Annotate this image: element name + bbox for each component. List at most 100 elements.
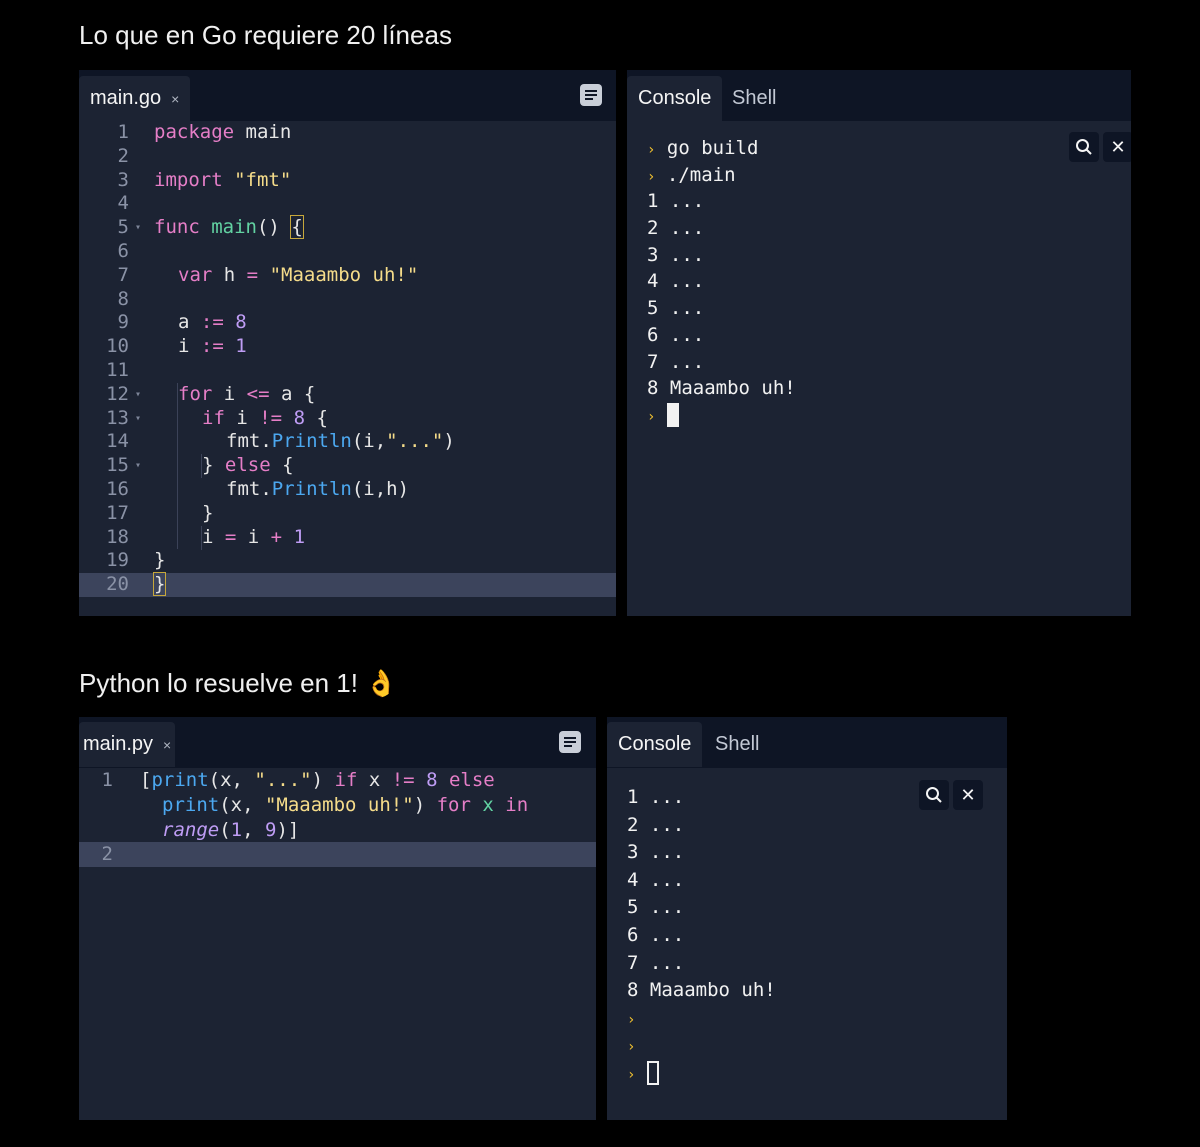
console-line: 5 ... (627, 896, 685, 919)
code-line: 1 package main (79, 121, 616, 145)
console-tools: ✕ (919, 780, 983, 810)
line-number: 1 (117, 121, 129, 143)
tab-shell[interactable]: Shell (704, 722, 770, 767)
code-line: 12 ▾ for i <= a { (79, 383, 616, 407)
code-line: 1 [print(x, "...") if x != 8 else (79, 768, 596, 793)
tab-close-icon[interactable]: × (163, 737, 171, 753)
console-line: › go build (647, 137, 759, 159)
console-line: 2 ... (647, 217, 705, 240)
code-line: 5 ▾ func main() { (79, 215, 616, 240)
line-number: 11 (106, 358, 129, 381)
code-line: 8 (79, 288, 616, 312)
fold-arrow-icon[interactable]: ▾ (135, 454, 141, 478)
fold-arrow-icon[interactable]: ▾ (135, 216, 141, 240)
console-prompt-line: › (627, 1005, 776, 1033)
console-line: 7 ... (627, 951, 685, 974)
text-cursor (646, 1061, 659, 1086)
tab-main-py[interactable]: main.py × (79, 722, 176, 767)
line-number: 12 (106, 382, 129, 405)
code-line: 9a := 8 (79, 311, 616, 335)
tab-shell[interactable]: Shell (721, 76, 787, 121)
line-number: 6 (117, 239, 129, 262)
code-line-wrap: print(x, "Maaambo uh!") for x in (162, 793, 529, 816)
search-icon[interactable] (919, 780, 949, 810)
caption-go: Lo que en Go requiere 20 líneas (79, 20, 452, 50)
code-line: 18 i = i + 1 (79, 526, 616, 550)
line-number: 18 (106, 525, 129, 548)
tab-label: main.go (90, 87, 162, 109)
line-number: 17 (106, 501, 129, 524)
line-number: 2 (101, 843, 113, 866)
line-number: 16 (106, 477, 129, 500)
line-number: 7 (117, 263, 129, 286)
prompt-icon: › (647, 142, 656, 158)
line-number: 5 (117, 216, 129, 239)
code-line: 15 ▾} else { (79, 454, 616, 478)
line-number: 19 (106, 549, 129, 572)
tab-close-icon[interactable]: × (171, 91, 179, 107)
line-number: 14 (106, 430, 129, 453)
console-line: 7 ... (647, 350, 705, 373)
close-icon[interactable]: ✕ (953, 780, 983, 810)
file-outline-icon[interactable] (580, 84, 602, 106)
line-number: 13 (106, 406, 129, 429)
file-outline-icon[interactable] (559, 731, 581, 753)
go-editor-pane: main.go × 1 package main 2 3 import "fmt" 4… (79, 70, 616, 616)
line-number: 2 (117, 144, 129, 167)
tab-console[interactable]: Console (607, 722, 703, 767)
code-line: 14 fmt.Println(i,"...") (79, 430, 616, 454)
search-icon[interactable] (1069, 132, 1099, 162)
console-line: 8 Maaambo uh! (627, 979, 776, 1002)
code-line: 2 (79, 145, 616, 169)
console-line: 6 ... (647, 323, 705, 346)
code-line: 19} (79, 549, 616, 573)
line-number: 10 (106, 335, 129, 358)
go-console-output[interactable]: › go build › ./main 1 ... 2 ... 3 ... 4 … (647, 135, 796, 429)
console-line: 3 ... (627, 841, 685, 864)
code-line-wrap: range(1, 9)] (162, 818, 300, 841)
console-line: 3 ... (647, 243, 705, 266)
tab-main-go[interactable]: main.go × (79, 76, 191, 121)
code-line: 6 (79, 240, 616, 264)
prompt-icon: › (647, 168, 656, 185)
py-console-pane: Console Shell ✕ 1 ... 2 ... 3 ... 4 ... … (607, 717, 1007, 1120)
console-line: 1 ... (647, 190, 705, 213)
code-line: 3 import "fmt" (79, 169, 616, 193)
py-code-area[interactable]: 1 [print(x, "...") if x != 8 else print(x… (79, 768, 596, 868)
prompt-icon: › (627, 1011, 636, 1028)
line-number: 4 (117, 192, 129, 215)
text-cursor (666, 403, 679, 428)
console-tabbar: Console Shell (627, 70, 1131, 121)
console-prompt-line[interactable]: › (627, 1060, 776, 1088)
py-editor-pane: main.py × 1 [print(x, "...") if x != 8 els… (79, 717, 596, 1120)
editor-tabbar: main.go × (79, 70, 616, 121)
line-number: 1 (101, 769, 113, 791)
fold-arrow-icon[interactable]: ▾ (135, 407, 141, 431)
code-line: 11 (79, 359, 616, 383)
code-line-active: 20} (79, 572, 616, 597)
code-line: 4 (79, 192, 616, 216)
go-code-area[interactable]: 1 package main 2 3 import "fmt" 4 5 ▾ func m… (79, 121, 616, 597)
fold-arrow-icon[interactable]: ▾ (135, 383, 141, 407)
console-tabbar: Console Shell (607, 717, 1007, 768)
line-number: 15 (106, 454, 129, 477)
tab-console[interactable]: Console (627, 76, 723, 121)
line-number: 9 (117, 311, 129, 334)
code-line-active: 2 (79, 842, 596, 868)
tab-label: main.py (83, 733, 154, 755)
code-line: 10 i := 1 (79, 335, 616, 359)
line-number: 3 (117, 168, 129, 191)
console-line: 4 ... (647, 270, 705, 293)
close-icon[interactable]: ✕ (1103, 132, 1131, 162)
console-prompt-line[interactable]: › (647, 402, 796, 429)
prompt-icon: › (647, 408, 656, 425)
console-line: 8 Maaambo uh! (647, 377, 796, 400)
py-console-output[interactable]: 1 ... 2 ... 3 ... 4 ... 5 ... 6 ... 7 ..… (627, 784, 776, 1088)
code-line: 13 ▾ if i != 8 { (79, 407, 616, 431)
console-line: 4 ... (627, 868, 685, 891)
console-line: › ./main (647, 163, 736, 186)
editor-tabbar: main.py × (79, 717, 596, 768)
prompt-icon: › (627, 1039, 636, 1056)
line-number: 20 (106, 573, 129, 596)
console-prompt-line: › (627, 1032, 776, 1060)
